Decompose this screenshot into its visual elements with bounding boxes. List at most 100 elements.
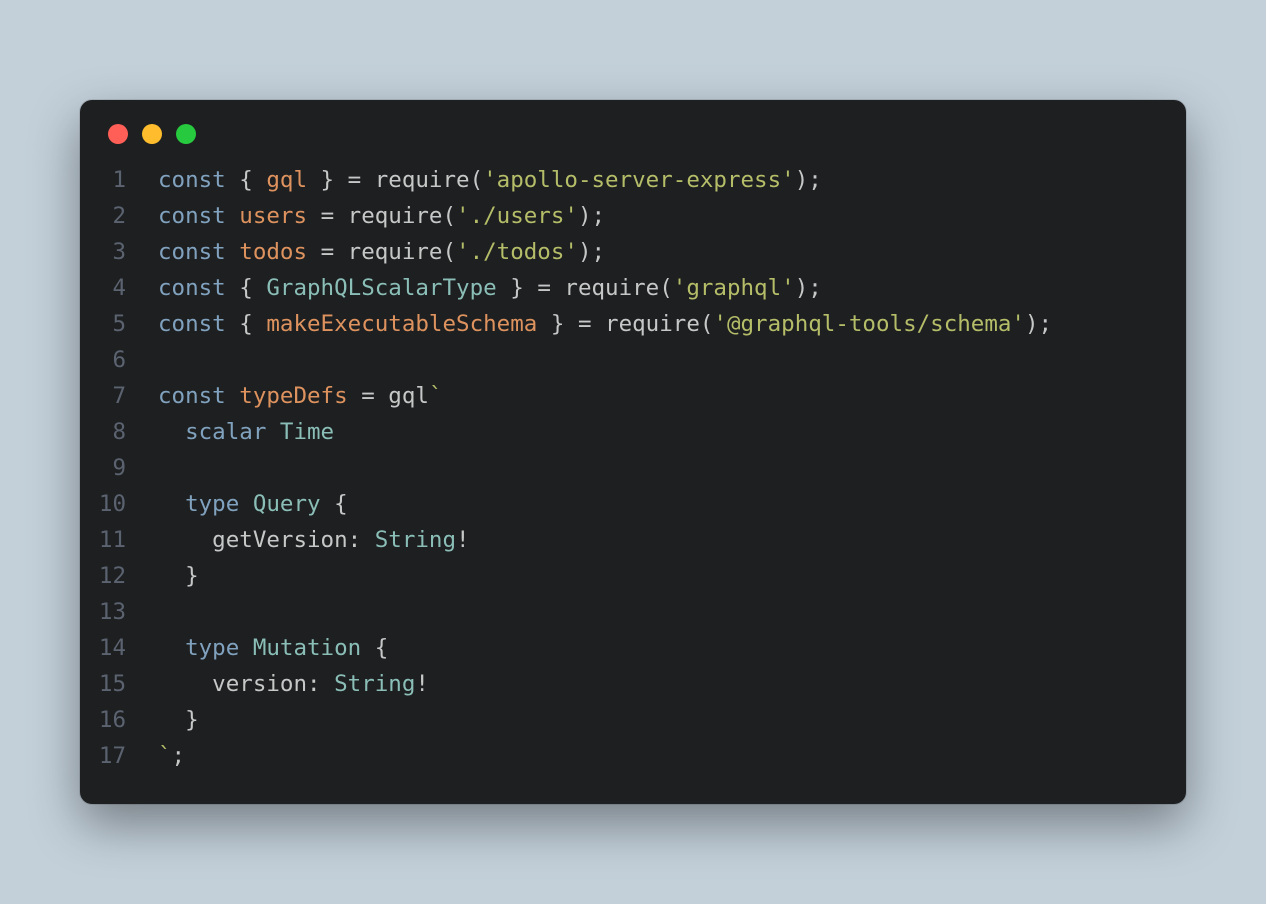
code-line: 1const { gql } = require('apollo-server-… xyxy=(80,162,1186,198)
token-punc xyxy=(158,419,185,445)
line-number: 17 xyxy=(80,738,144,774)
token-punc xyxy=(348,383,362,409)
window-titlebar xyxy=(80,100,1186,154)
code-line: 9 xyxy=(80,450,1186,486)
token-punc: ; xyxy=(172,743,186,769)
token-prop: todos xyxy=(239,239,307,265)
token-op: = xyxy=(361,383,375,409)
token-punc: ); xyxy=(795,275,822,301)
token-punc xyxy=(307,239,321,265)
token-punc: { xyxy=(321,491,348,517)
token-str: ` xyxy=(429,383,443,409)
token-punc: { xyxy=(239,167,266,193)
code-content[interactable]: const todos = require('./todos'); xyxy=(144,234,605,270)
code-line: 8 scalar Time xyxy=(80,414,1186,450)
token-punc: } xyxy=(537,311,578,337)
token-op: = xyxy=(321,239,335,265)
line-number: 6 xyxy=(80,342,144,378)
token-str: './users' xyxy=(456,203,578,229)
token-type: String xyxy=(334,671,415,697)
code-content[interactable]: const users = require('./users'); xyxy=(144,198,605,234)
code-content[interactable]: version: String! xyxy=(144,666,429,702)
token-str: '@graphql-tools/schema' xyxy=(713,311,1025,337)
token-type: Mutation xyxy=(253,635,361,661)
code-line: 5const { makeExecutableSchema } = requir… xyxy=(80,306,1186,342)
code-line: 16 } xyxy=(80,702,1186,738)
token-kw: const xyxy=(158,239,239,265)
token-kw: const xyxy=(158,167,239,193)
code-content[interactable]: type Mutation { xyxy=(144,630,388,666)
token-punc: } xyxy=(307,167,348,193)
code-line: 12 } xyxy=(80,558,1186,594)
token-kw: scalar xyxy=(185,419,280,445)
code-line: 15 version: String! xyxy=(80,666,1186,702)
code-line: 3const todos = require('./todos'); xyxy=(80,234,1186,270)
token-kw: type xyxy=(185,635,253,661)
token-punc: ! xyxy=(456,527,470,553)
token-punc xyxy=(158,635,185,661)
code-line: 7const typeDefs = gql` xyxy=(80,378,1186,414)
line-number: 15 xyxy=(80,666,144,702)
token-kw: const xyxy=(158,275,239,301)
code-content[interactable]: scalar Time xyxy=(144,414,334,450)
token-punc: } xyxy=(158,563,199,589)
token-punc: ); xyxy=(795,167,822,193)
token-kw: type xyxy=(185,491,253,517)
code-content[interactable]: getVersion: String! xyxy=(144,522,470,558)
code-line: 4const { GraphQLScalarType } = require('… xyxy=(80,270,1186,306)
code-content[interactable] xyxy=(144,342,172,378)
code-content[interactable] xyxy=(144,450,172,486)
line-number: 10 xyxy=(80,486,144,522)
token-kw: const xyxy=(158,311,239,337)
code-line: 2const users = require('./users'); xyxy=(80,198,1186,234)
token-op: = xyxy=(348,167,362,193)
token-type: String xyxy=(375,527,456,553)
code-content[interactable]: const { gql } = require('apollo-server-e… xyxy=(144,162,822,198)
minimize-icon[interactable] xyxy=(142,124,162,144)
token-prop: gql xyxy=(266,167,307,193)
token-str: 'graphql' xyxy=(673,275,795,301)
code-content[interactable] xyxy=(144,594,172,630)
token-punc: ! xyxy=(415,671,429,697)
token-punc: : xyxy=(348,527,375,553)
close-icon[interactable] xyxy=(108,124,128,144)
token-type: GraphQLScalarType xyxy=(266,275,496,301)
token-op: = xyxy=(537,275,551,301)
token-field: getVersion xyxy=(158,527,348,553)
token-punc: : xyxy=(307,671,334,697)
code-editor[interactable]: 1const { gql } = require('apollo-server-… xyxy=(80,154,1186,804)
token-punc: { xyxy=(361,635,388,661)
line-number: 8 xyxy=(80,414,144,450)
code-content[interactable]: `; xyxy=(144,738,185,774)
code-line: 13 xyxy=(80,594,1186,630)
line-number: 12 xyxy=(80,558,144,594)
line-number: 2 xyxy=(80,198,144,234)
token-func: require( xyxy=(334,239,456,265)
line-number: 5 xyxy=(80,306,144,342)
token-str: ` xyxy=(158,743,172,769)
line-number: 4 xyxy=(80,270,144,306)
code-line: 14 type Mutation { xyxy=(80,630,1186,666)
line-number: 7 xyxy=(80,378,144,414)
token-punc: } xyxy=(497,275,538,301)
code-window: 1const { gql } = require('apollo-server-… xyxy=(80,100,1186,804)
maximize-icon[interactable] xyxy=(176,124,196,144)
code-content[interactable]: const { makeExecutableSchema } = require… xyxy=(144,306,1052,342)
token-prop: typeDefs xyxy=(239,383,347,409)
line-number: 3 xyxy=(80,234,144,270)
token-prop: makeExecutableSchema xyxy=(266,311,537,337)
code-content[interactable]: type Query { xyxy=(144,486,348,522)
code-content[interactable]: const { GraphQLScalarType } = require('g… xyxy=(144,270,822,306)
token-punc xyxy=(307,203,321,229)
code-line: 11 getVersion: String! xyxy=(80,522,1186,558)
code-content[interactable]: } xyxy=(144,702,199,738)
token-field: version xyxy=(158,671,307,697)
token-punc: } xyxy=(158,707,199,733)
code-content[interactable]: } xyxy=(144,558,199,594)
token-punc xyxy=(158,491,185,517)
code-line: 17`; xyxy=(80,738,1186,774)
line-number: 14 xyxy=(80,630,144,666)
token-kw: const xyxy=(158,203,239,229)
token-func: require( xyxy=(592,311,714,337)
code-content[interactable]: const typeDefs = gql` xyxy=(144,378,442,414)
